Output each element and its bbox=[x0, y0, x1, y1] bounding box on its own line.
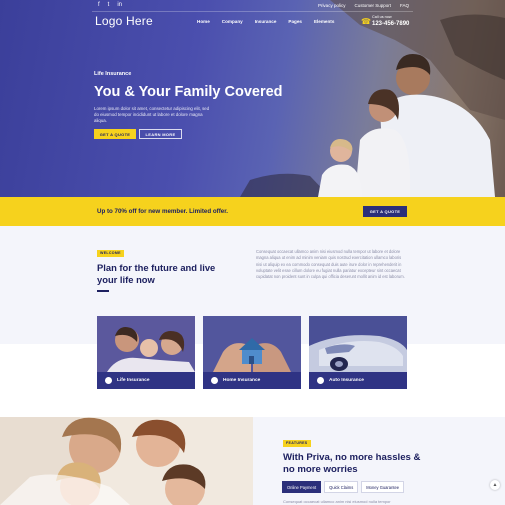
topbar-divider bbox=[92, 11, 413, 12]
hero-quote-button[interactable]: GET A QUOTE bbox=[94, 129, 136, 139]
card-auto-insurance[interactable]: Auto Insurance bbox=[309, 316, 407, 389]
main-nav: Home Company Insurance Pages Elements bbox=[197, 19, 334, 24]
plan-title: Plan for the future and live your life n… bbox=[97, 262, 216, 285]
card-label: Life Insurance bbox=[117, 378, 150, 383]
facebook-icon[interactable]: f bbox=[98, 2, 100, 9]
social-links: f t in bbox=[98, 2, 122, 9]
topbar-link-privacy[interactable]: Privacy policy bbox=[318, 2, 346, 9]
logo[interactable]: Logo Here bbox=[95, 14, 153, 28]
promo-text: Up to 70% off for new member. Limited of… bbox=[97, 208, 228, 215]
family-photo bbox=[0, 417, 253, 505]
topbar-link-support[interactable]: Customer Support bbox=[354, 2, 391, 9]
plan-text: Consequat occaecat ullamco anim nisi eiu… bbox=[256, 249, 405, 280]
tab-quick-claims[interactable]: Quick Claims bbox=[324, 481, 359, 493]
auto-insurance-icon bbox=[317, 377, 324, 384]
welcome-tag: WELCOME bbox=[97, 250, 124, 257]
home-insurance-icon bbox=[211, 377, 218, 384]
nav-item-company[interactable]: Company bbox=[222, 19, 243, 24]
card-home-insurance[interactable]: Home Insurance bbox=[203, 316, 301, 389]
features-tabs: Online Payment Quick Claims Money Guaran… bbox=[282, 481, 405, 493]
hero-kicker: Life Insurance bbox=[94, 71, 132, 77]
twitter-icon[interactable]: t bbox=[108, 2, 110, 9]
features-title: With Priva, no more hassles & no more wo… bbox=[283, 452, 421, 475]
hero-learn-more-button[interactable]: LEARN MORE bbox=[139, 129, 182, 139]
tab-money-guarantee[interactable]: Money Guarantee bbox=[361, 481, 405, 493]
promo-quote-button[interactable]: GET A QUOTE bbox=[363, 206, 407, 217]
chevron-up-icon: ▲ bbox=[492, 482, 498, 488]
topbar-links: Privacy policy Customer Support FAQ bbox=[318, 2, 409, 9]
instagram-icon[interactable]: in bbox=[117, 2, 122, 9]
nav-item-pages[interactable]: Pages bbox=[288, 19, 302, 24]
tab-online-payment[interactable]: Online Payment bbox=[282, 481, 322, 493]
hero-section: f t in Privacy policy Customer Support F… bbox=[0, 0, 505, 197]
topbar-link-faq[interactable]: FAQ bbox=[400, 2, 409, 9]
life-insurance-image bbox=[97, 316, 195, 372]
card-footer: Auto Insurance bbox=[309, 372, 407, 389]
promo-bar: Up to 70% off for new member. Limited of… bbox=[0, 197, 505, 226]
hero-title: You & Your Family Covered bbox=[94, 84, 283, 100]
nav-item-elements[interactable]: Elements bbox=[314, 19, 334, 24]
family-image bbox=[0, 417, 253, 505]
features-tag: FEATURES bbox=[283, 440, 311, 447]
phone-caption: Call us now bbox=[372, 15, 392, 19]
page: f t in Privacy policy Customer Support F… bbox=[0, 0, 505, 505]
card-life-insurance[interactable]: Life Insurance bbox=[97, 316, 195, 389]
phone-number: 123-456-7890 bbox=[372, 21, 410, 27]
card-footer: Home Insurance bbox=[203, 372, 301, 389]
title-underline bbox=[97, 290, 109, 292]
phone-icon: ☎ bbox=[361, 17, 371, 26]
features-text: Consequat occaecat ullamco anim nisi eiu… bbox=[283, 499, 391, 504]
home-insurance-image bbox=[203, 316, 301, 372]
hero-text: Lorem ipsum dolor sit amet, consectetur … bbox=[94, 106, 210, 123]
card-footer: Life Insurance bbox=[97, 372, 195, 389]
nav-item-home[interactable]: Home bbox=[197, 19, 210, 24]
auto-insurance-image bbox=[309, 316, 407, 372]
life-insurance-icon bbox=[105, 377, 112, 384]
nav-item-insurance[interactable]: Insurance bbox=[255, 19, 277, 24]
card-label: Home Insurance bbox=[223, 378, 261, 383]
card-label: Auto Insurance bbox=[329, 378, 364, 383]
scroll-to-top-button[interactable]: ▲ bbox=[490, 480, 500, 490]
topbar: f t in Privacy policy Customer Support F… bbox=[0, 0, 505, 11]
